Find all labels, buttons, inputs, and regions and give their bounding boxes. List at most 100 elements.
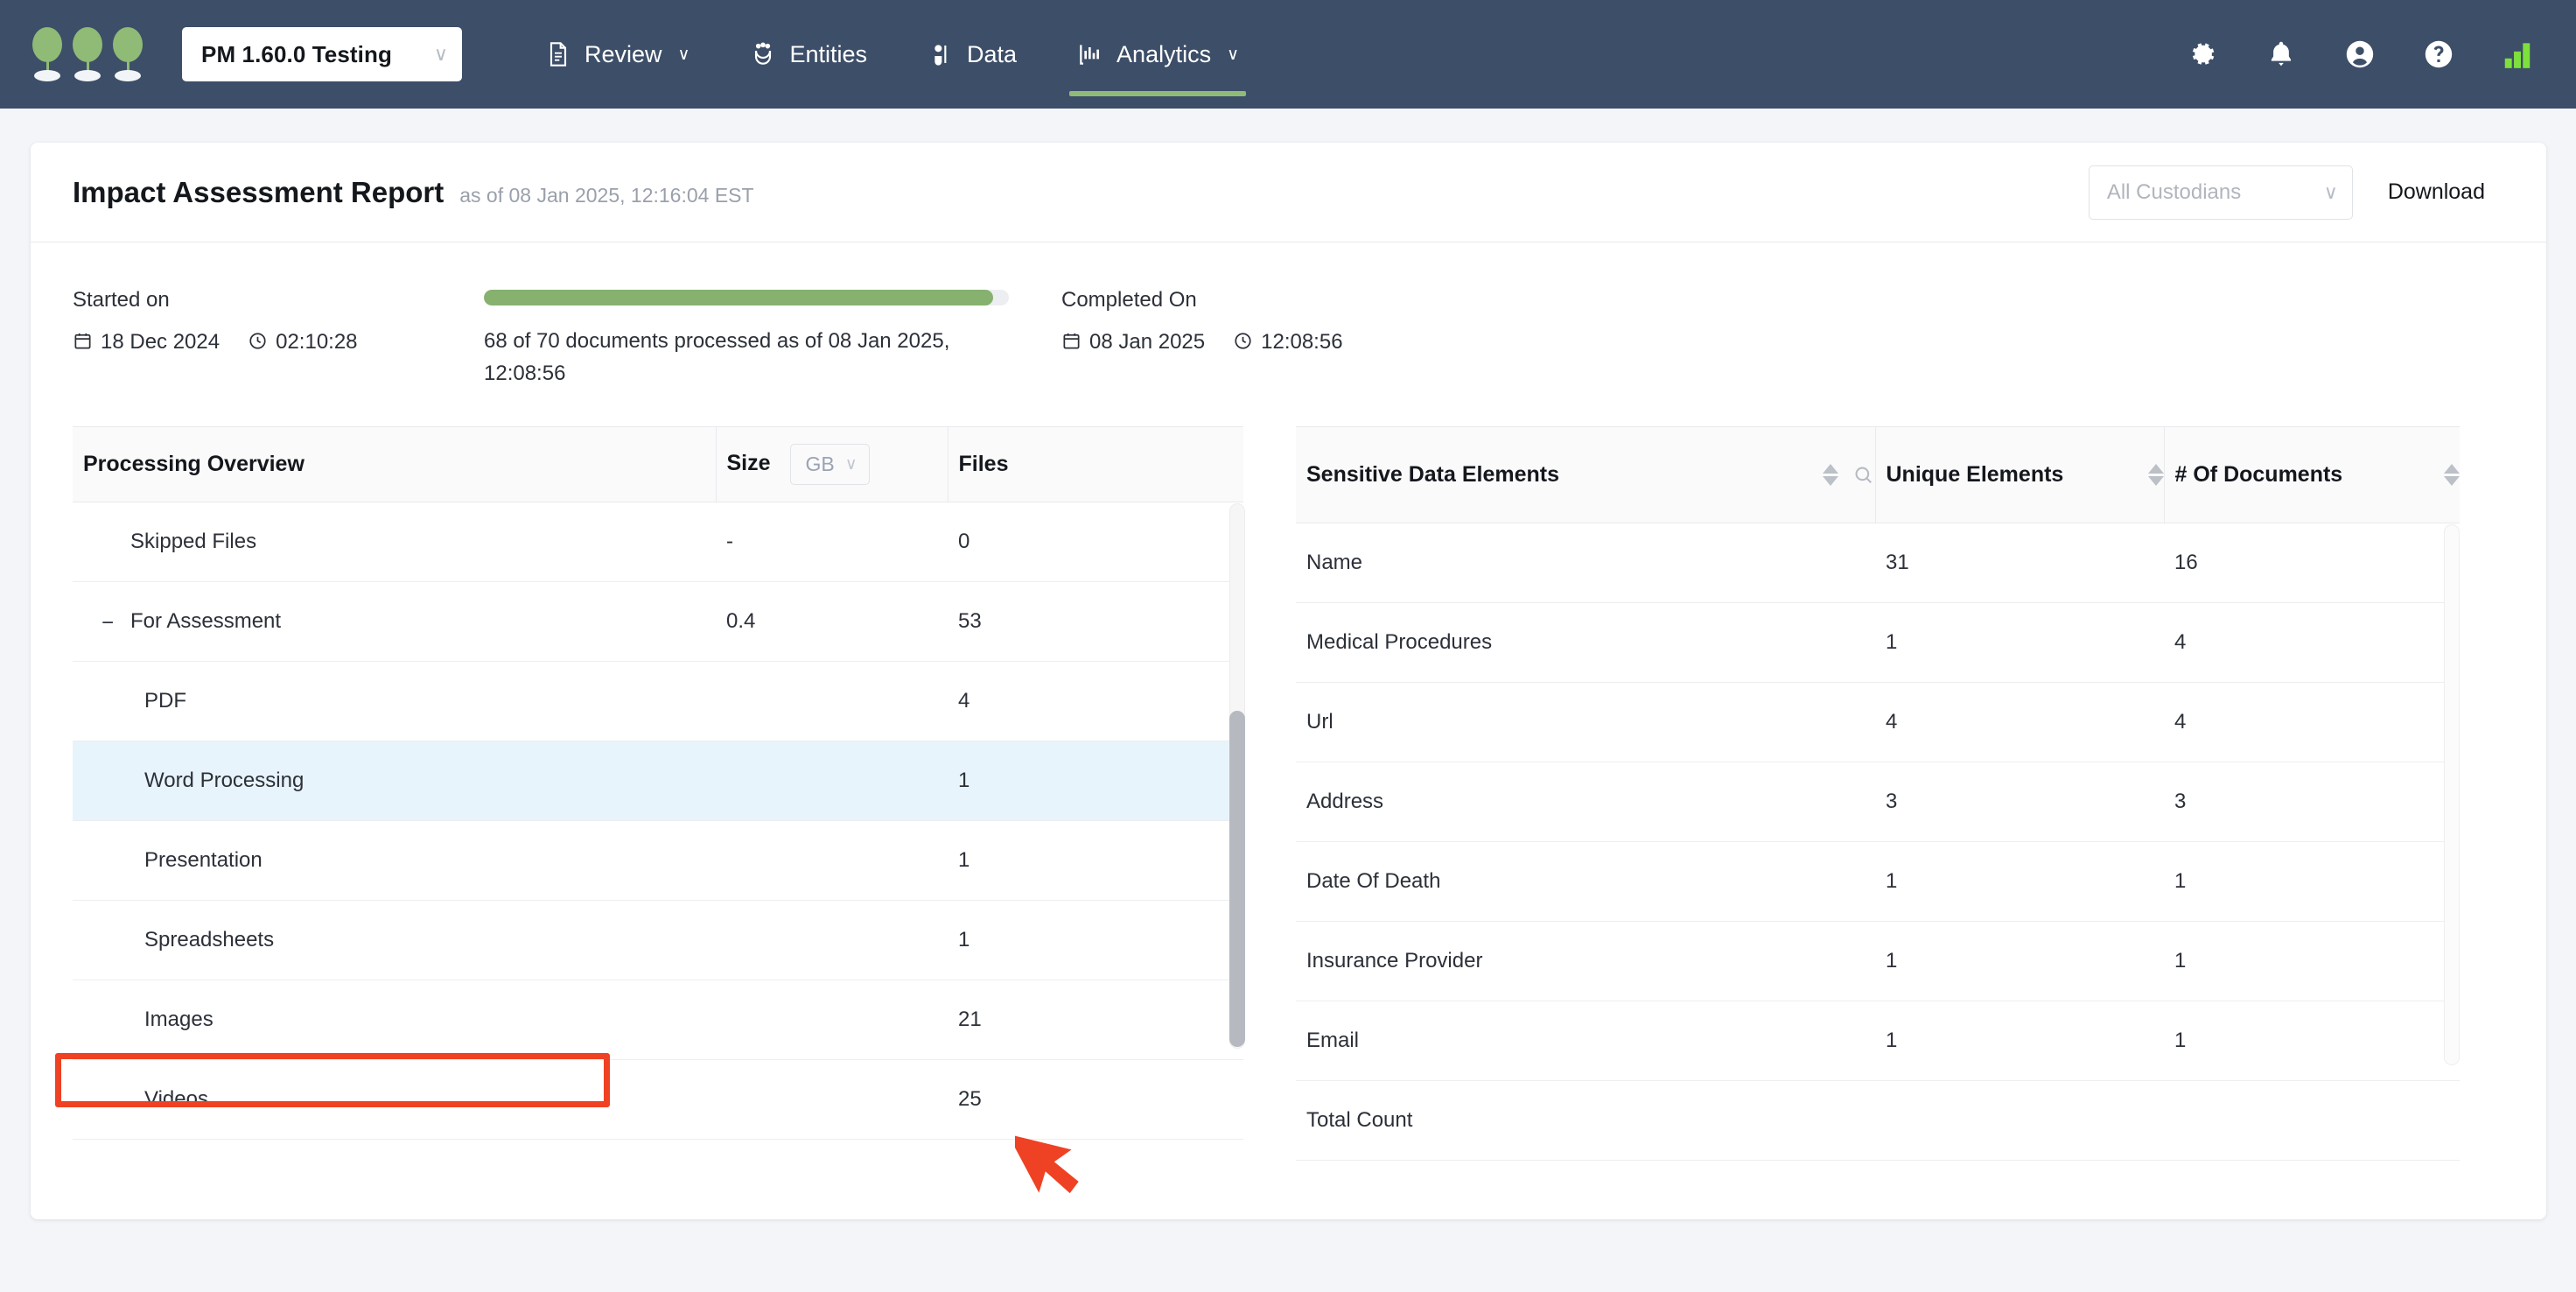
- col-sensitive-data-elements-label: Sensitive Data Elements: [1306, 462, 1559, 488]
- sensitive-element-name: Email: [1296, 1001, 1875, 1081]
- col-number-of-documents-label: # Of Documents: [2175, 462, 2343, 488]
- started-on-value: 18 Dec 2024 02:10:28: [73, 330, 484, 355]
- report-timestamp: as of 08 Jan 2025, 12:16:04 EST: [459, 177, 753, 207]
- col-unique-elements: Unique Elements: [1875, 427, 2164, 523]
- custodian-filter-select[interactable]: All Custodians ∨: [2089, 165, 2353, 220]
- sort-number-of-documents[interactable]: [2444, 464, 2460, 486]
- processing-row-size: [716, 1060, 948, 1140]
- table-row[interactable]: Images21: [73, 980, 1243, 1060]
- processing-row-size: [716, 901, 948, 980]
- nav-item-review-label: Review: [584, 41, 662, 68]
- size-unit-select[interactable]: GB ∨: [790, 444, 869, 485]
- table-row[interactable]: Presentation1: [73, 821, 1243, 901]
- col-size-label: Size: [727, 451, 771, 475]
- table-row[interactable]: Email11: [1296, 1001, 2460, 1081]
- custodian-filter-placeholder: All Custodians: [2107, 180, 2241, 205]
- project-selector[interactable]: PM 1.60.0 Testing ∨: [182, 27, 462, 81]
- processing-row-files: 1: [948, 901, 1243, 980]
- table-row[interactable]: Skipped Files-0: [73, 502, 1243, 582]
- col-sensitive-data-elements: Sensitive Data Elements: [1296, 427, 1875, 523]
- processing-row-files: 0: [948, 502, 1243, 582]
- sensitive-data-body: Name3116Medical Procedures14Url44Address…: [1296, 523, 2460, 1161]
- chevron-down-icon: ∨: [434, 45, 448, 64]
- nav-item-review[interactable]: Review ∨: [514, 0, 719, 109]
- table-header-row: Sensitive Data Elements: [1296, 427, 2460, 523]
- processing-row-files: 4: [948, 662, 1243, 741]
- chart-icon: [1076, 40, 1104, 68]
- download-button[interactable]: Download: [2388, 179, 2506, 205]
- col-number-of-documents: # Of Documents: [2164, 427, 2460, 523]
- collapse-toggle-icon[interactable]: −: [97, 613, 118, 634]
- progress-block: 68 of 70 documents processed as of 08 Ja…: [484, 288, 1061, 390]
- processing-row-label: Presentation: [144, 848, 262, 872]
- search-icon[interactable]: [1852, 464, 1875, 487]
- nav-item-analytics[interactable]: Analytics ∨: [1046, 0, 1269, 109]
- table-row[interactable]: −For Assessment0.453: [73, 582, 1243, 662]
- completed-on-block: Completed On 08 Jan 2025 12:08:56: [1061, 288, 1343, 355]
- started-on-label: Started on: [73, 288, 484, 312]
- sensitive-document-count: 4: [2164, 603, 2460, 683]
- entities-icon: [749, 40, 777, 68]
- sensitive-element-name: Insurance Provider: [1296, 922, 1875, 1001]
- bar-chart-icon[interactable]: [2501, 38, 2534, 71]
- main-nav-items: Review ∨ Entities Data: [514, 0, 1269, 109]
- processing-table-scrollbar-thumb[interactable]: [1229, 711, 1245, 1047]
- nav-item-data[interactable]: Data: [897, 0, 1046, 109]
- processing-row-label: Word Processing: [144, 769, 304, 792]
- table-row[interactable]: Insurance Provider11: [1296, 922, 2460, 1001]
- table-header-row: Processing Overview Size GB ∨ Files: [73, 427, 1243, 502]
- sensitive-element-name: Medical Procedures: [1296, 603, 1875, 683]
- sensitive-unique-count: 3: [1875, 762, 2164, 842]
- processing-row-size: [716, 980, 948, 1060]
- nav-item-entities-label: Entities: [789, 41, 867, 68]
- processing-progress-bar: [484, 290, 1009, 305]
- table-row[interactable]: Videos25: [73, 1060, 1243, 1140]
- table-row[interactable]: PDF 4: [73, 662, 1243, 741]
- table-row[interactable]: Word Processing1: [73, 741, 1243, 821]
- page-title: Impact Assessment Report: [73, 176, 444, 209]
- sensitive-document-count: 3: [2164, 762, 2460, 842]
- processing-overview-body: Skipped Files-0−For Assessment0.453PDF4W…: [73, 502, 1243, 1140]
- processing-row-name: Presentation: [73, 821, 716, 901]
- sort-sensitive-data-elements[interactable]: [1823, 464, 1838, 486]
- table-row[interactable]: Spreadsheets1: [73, 901, 1243, 980]
- completed-date: 08 Jan 2025: [1089, 330, 1205, 355]
- sensitive-table-scrollbar-track[interactable]: [2444, 524, 2460, 1065]
- sensitive-element-name: Date Of Death: [1296, 842, 1875, 922]
- table-row[interactable]: Name3116: [1296, 523, 2460, 603]
- col-unique-elements-label: Unique Elements: [1886, 462, 2064, 488]
- col-files: Files: [948, 427, 1243, 502]
- table-row[interactable]: Url44: [1296, 683, 2460, 762]
- sort-unique-elements[interactable]: [2148, 464, 2164, 486]
- table-row[interactable]: Address33: [1296, 762, 2460, 842]
- table-row[interactable]: Medical Procedures14: [1296, 603, 2460, 683]
- bell-icon[interactable]: [2264, 38, 2298, 71]
- help-icon[interactable]: [2422, 38, 2455, 71]
- three-trees-logo[interactable]: [30, 27, 145, 81]
- completed-on-value: 08 Jan 2025 12:08:56: [1061, 330, 1343, 355]
- processing-row-name: Images: [73, 980, 716, 1060]
- table-row[interactable]: Date Of Death11: [1296, 842, 2460, 922]
- document-icon: [544, 40, 572, 68]
- processing-row-name: Videos: [73, 1060, 716, 1140]
- sensitive-document-count: 1: [2164, 922, 2460, 1001]
- processing-row-name: Word Processing: [73, 741, 716, 821]
- impact-assessment-report-card: Impact Assessment Report as of 08 Jan 20…: [31, 143, 2546, 1219]
- calendar-icon: [1061, 330, 1082, 355]
- processing-row-name: PDF: [73, 662, 716, 741]
- chevron-down-icon: ∨: [1227, 45, 1239, 65]
- gear-icon[interactable]: [2186, 38, 2219, 71]
- sensitive-document-count: 16: [2164, 523, 2460, 603]
- processing-row-name: −For Assessment: [73, 582, 716, 662]
- chevron-down-icon: ∨: [845, 456, 858, 473]
- col-files-label: Files: [959, 452, 1009, 476]
- sensitive-data-table: Sensitive Data Elements: [1296, 426, 2460, 1161]
- processing-row-size: 0.4: [716, 582, 948, 662]
- table-row[interactable]: Total Count: [1296, 1081, 2460, 1161]
- active-tab-indicator: [1069, 91, 1246, 96]
- account-icon[interactable]: [2343, 38, 2376, 71]
- clock-icon: [248, 330, 268, 355]
- size-unit-value: GB: [805, 453, 834, 476]
- nav-item-entities[interactable]: Entities: [719, 0, 897, 109]
- col-processing-overview-label: Processing Overview: [83, 452, 304, 476]
